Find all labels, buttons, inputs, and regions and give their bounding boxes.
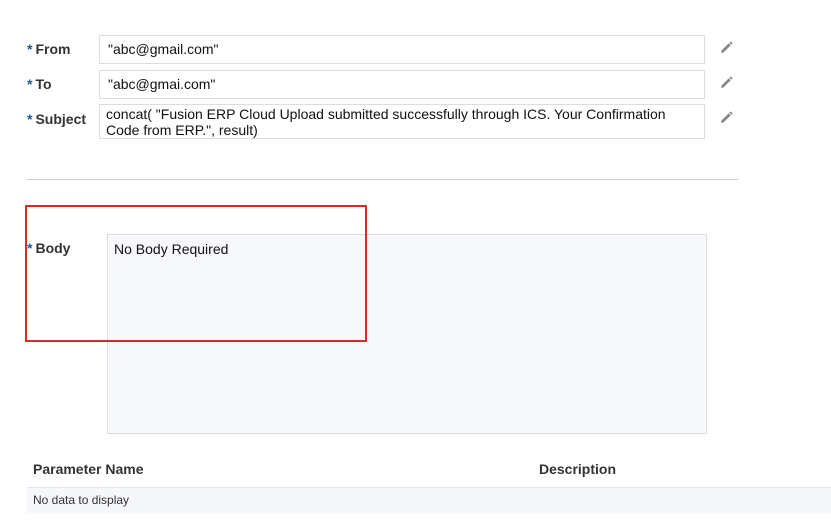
- body-textarea[interactable]: No Body Required: [107, 234, 707, 434]
- empty-table-message: No data to display: [33, 493, 130, 507]
- column-header-parameter-name[interactable]: Parameter Name: [33, 461, 144, 477]
- from-label: * From: [27, 41, 70, 57]
- to-label-text: To: [35, 76, 52, 92]
- table-empty-row: No data to display: [27, 487, 831, 513]
- subject-label-text: Subject: [35, 111, 87, 127]
- column-header-description[interactable]: Description: [539, 461, 616, 477]
- subject-label: * Subject: [27, 111, 86, 127]
- to-label: * To: [27, 76, 52, 92]
- subject-field[interactable]: concat( "Fusion ERP Cloud Upload submitt…: [99, 104, 705, 139]
- required-marker: *: [27, 240, 33, 256]
- pencil-icon[interactable]: [718, 40, 734, 56]
- section-divider: [27, 179, 738, 180]
- body-label-text: Body: [35, 240, 71, 256]
- required-marker: *: [27, 111, 33, 127]
- email-notification-editor: * From "abc@gmail.com" * To "abc@gmai.com"…: [0, 0, 831, 520]
- to-field[interactable]: "abc@gmai.com": [99, 70, 705, 99]
- pencil-icon[interactable]: [718, 75, 734, 91]
- body-label: * Body: [27, 240, 70, 256]
- from-field[interactable]: "abc@gmail.com": [99, 35, 705, 64]
- required-marker: *: [27, 41, 33, 57]
- from-label-text: From: [35, 41, 71, 57]
- pencil-icon[interactable]: [718, 110, 734, 126]
- required-marker: *: [27, 76, 33, 92]
